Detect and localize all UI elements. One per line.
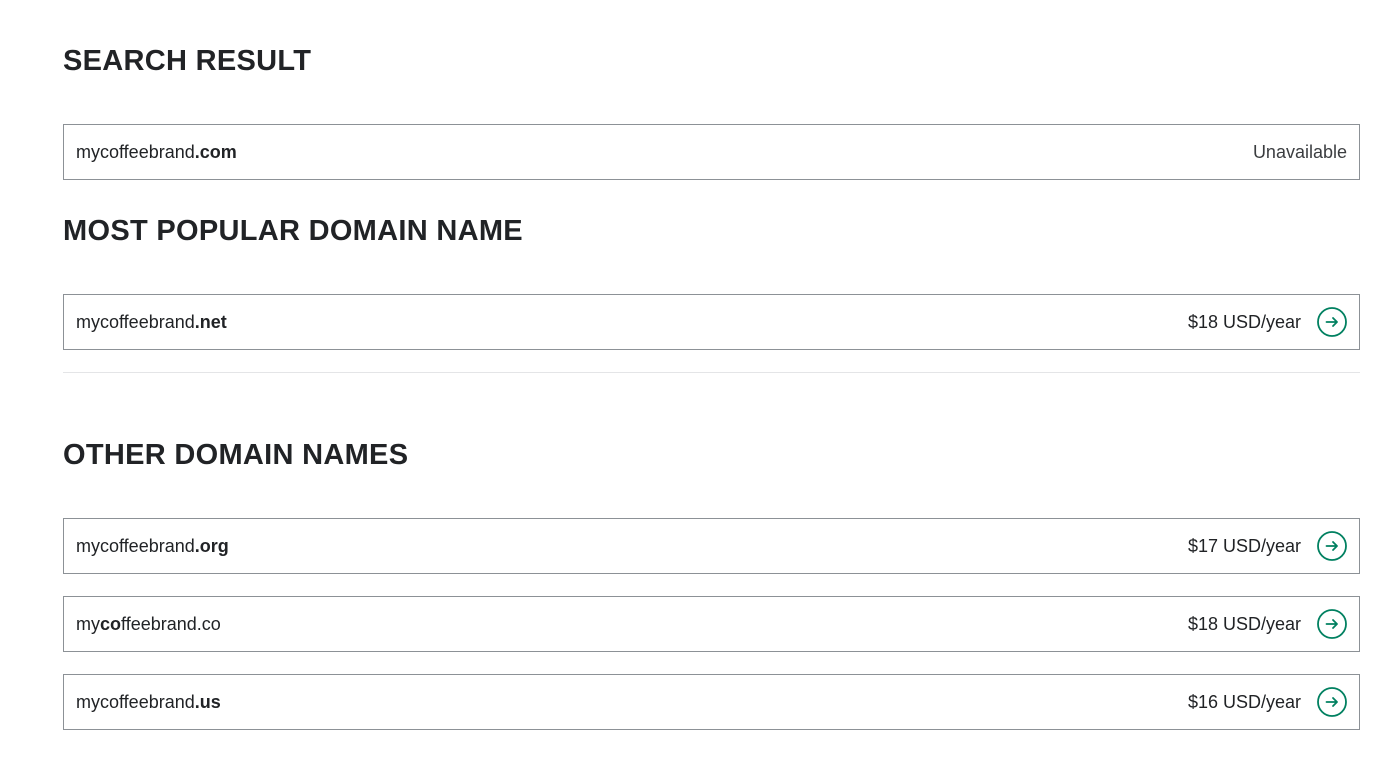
arrow-right-circle-icon[interactable] — [1317, 307, 1347, 337]
domain-search-page: SEARCH RESULT mycoffeebrand.com Unavaila… — [0, 0, 1400, 766]
domain-name: mycoffeebrand.co — [76, 613, 221, 634]
domain-row-org[interactable]: mycoffeebrand.org $17 USD/year — [63, 518, 1360, 574]
domain-price: $18 USD/year — [1187, 311, 1301, 332]
domain-price: $16 USD/year — [1187, 691, 1301, 712]
search-result-row: mycoffeebrand.com Unavailable — [63, 124, 1360, 180]
domain-row-net[interactable]: mycoffeebrand.net $18 USD/year — [63, 294, 1360, 350]
domain-name: mycoffeebrand.net — [76, 311, 227, 332]
domain-price: $17 USD/year — [1187, 535, 1301, 556]
section-divider — [63, 372, 1360, 373]
most-popular-heading: MOST POPULAR DOMAIN NAME — [63, 215, 523, 247]
search-result-heading: SEARCH RESULT — [63, 45, 312, 77]
domain-price: $18 USD/year — [1187, 613, 1301, 634]
domain-row-co[interactable]: mycoffeebrand.co $18 USD/year — [63, 596, 1360, 652]
arrow-right-circle-icon[interactable] — [1317, 687, 1347, 717]
arrow-right-circle-icon[interactable] — [1317, 609, 1347, 639]
domain-name: mycoffeebrand.org — [76, 535, 229, 556]
domain-row-us[interactable]: mycoffeebrand.us $16 USD/year — [63, 674, 1360, 730]
arrow-right-circle-icon[interactable] — [1317, 531, 1347, 561]
availability-status: Unavailable — [1252, 141, 1347, 162]
other-domains-heading: OTHER DOMAIN NAMES — [63, 439, 409, 471]
domain-name: mycoffeebrand.us — [76, 691, 221, 712]
domain-name: mycoffeebrand.com — [76, 141, 237, 162]
